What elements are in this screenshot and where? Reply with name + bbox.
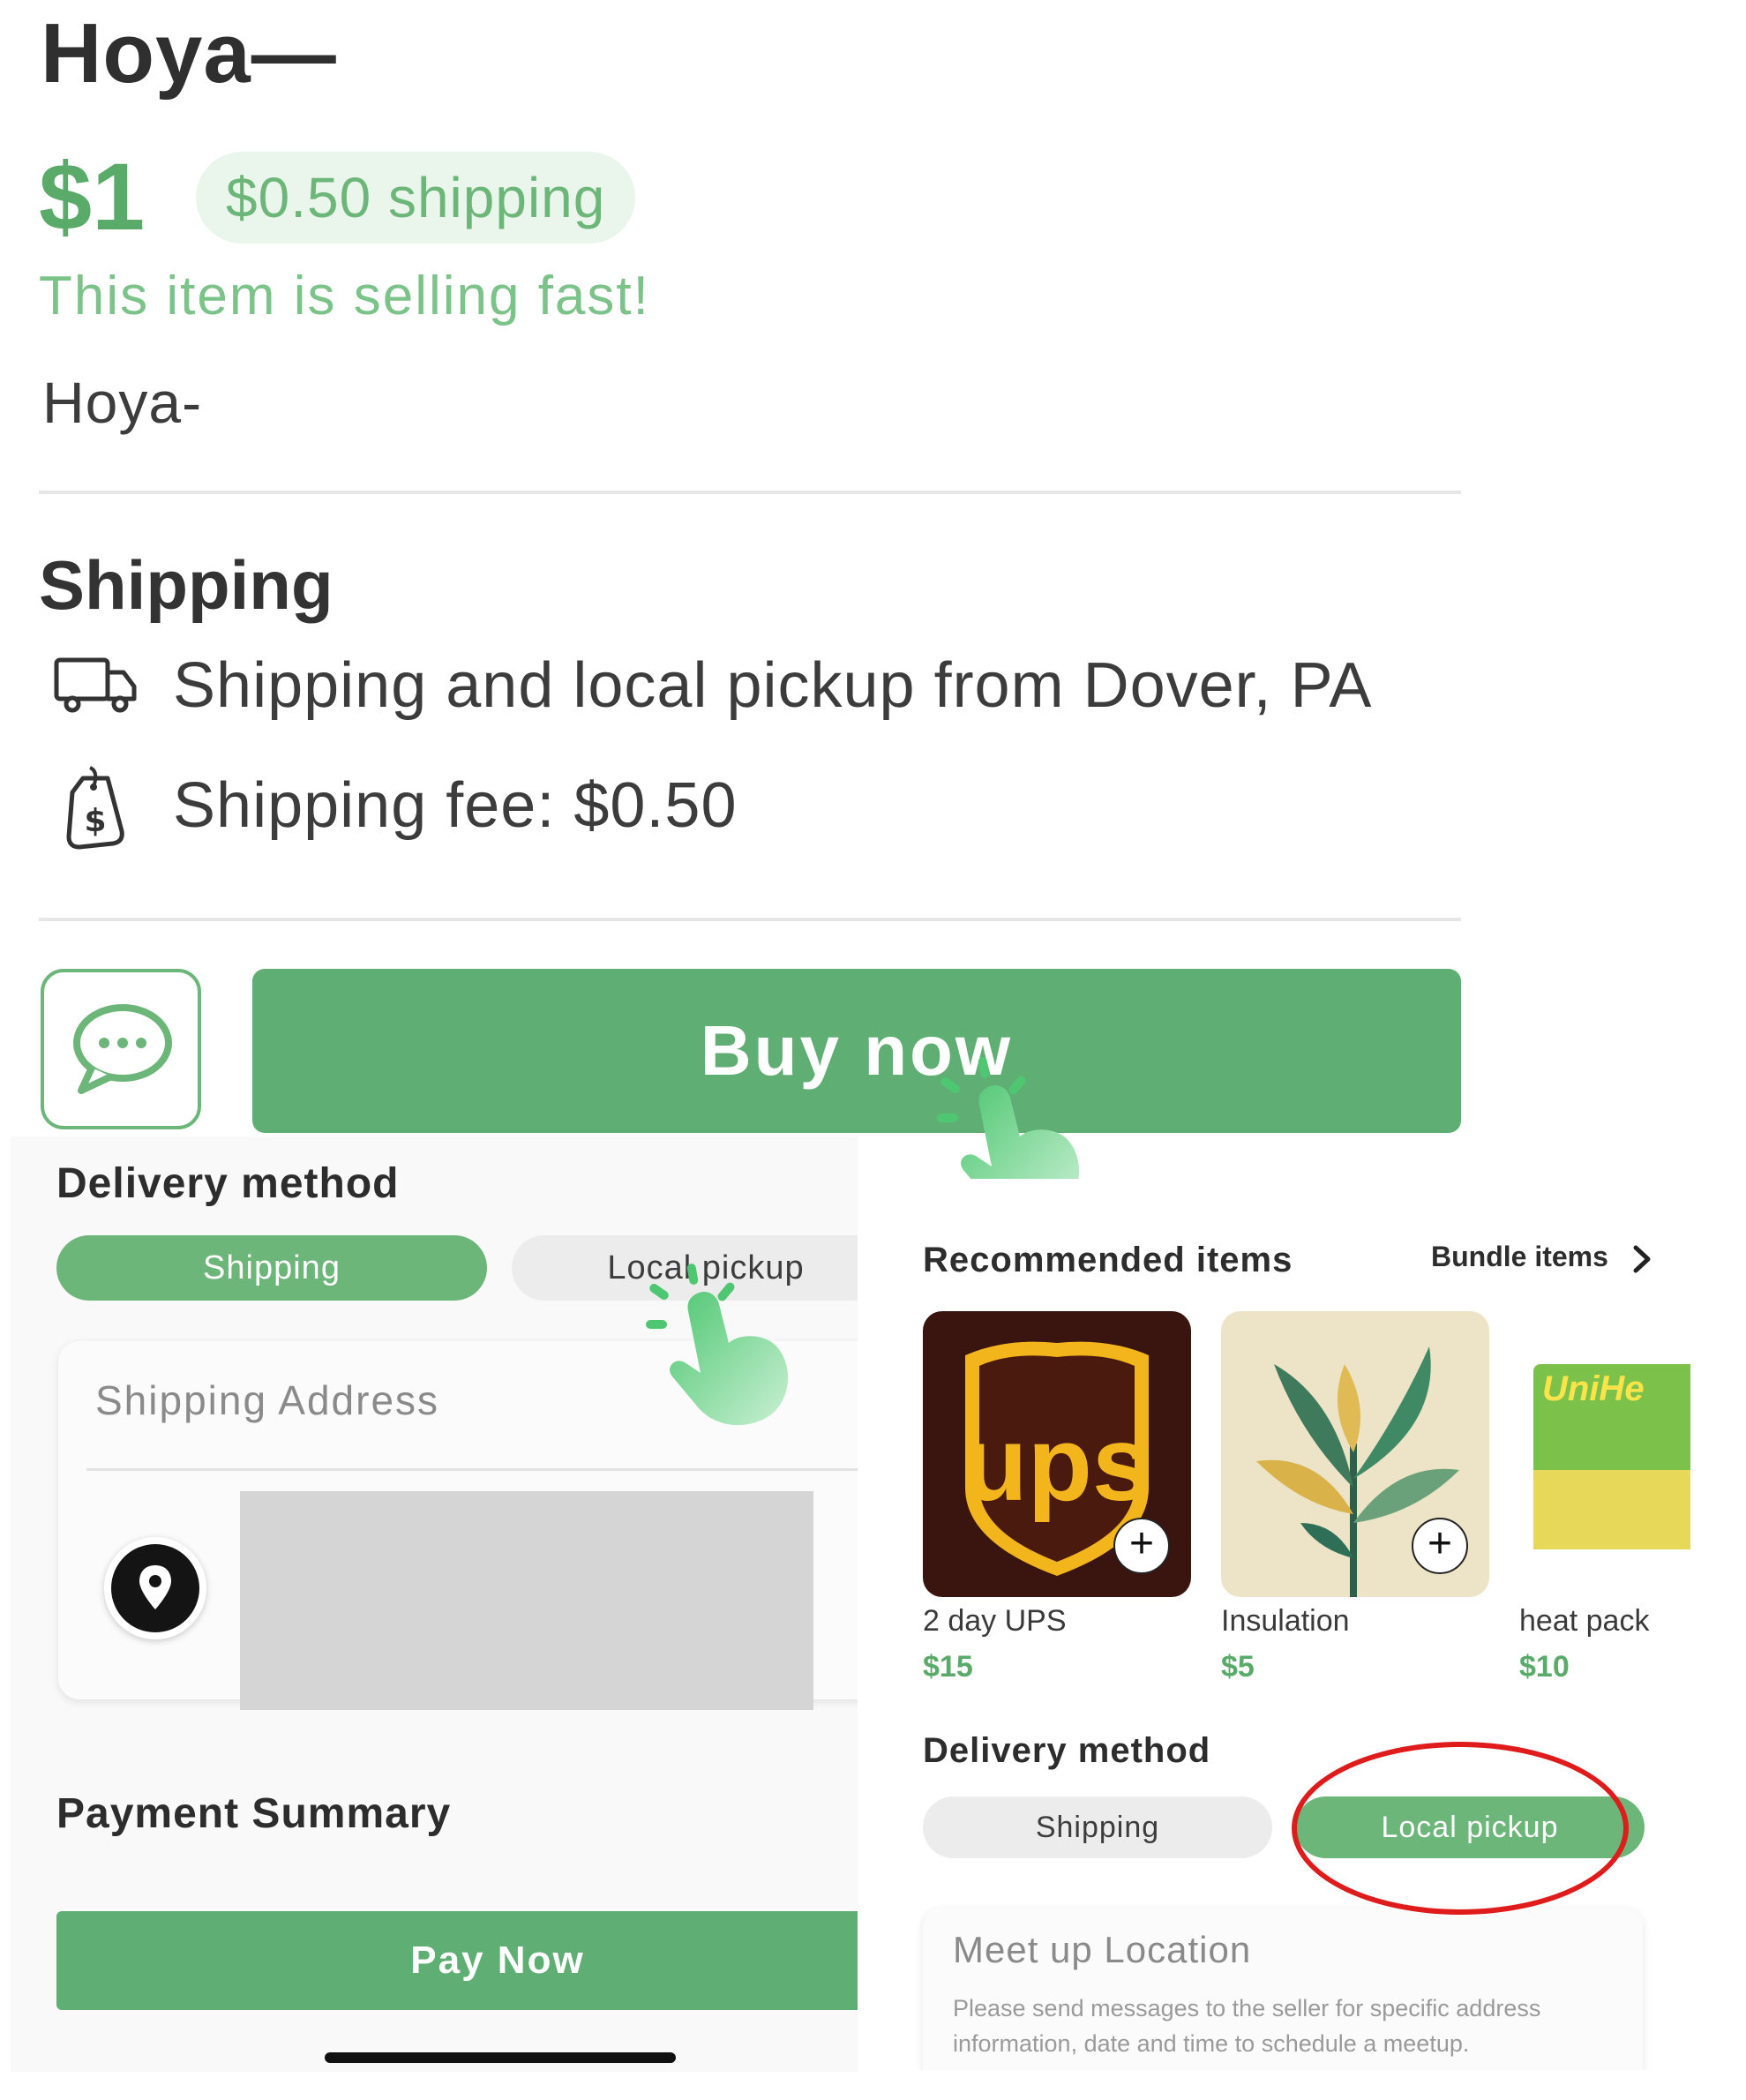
shipping-heading: Shipping (39, 546, 333, 624)
pay-now-button[interactable]: Pay Now (56, 1911, 858, 2010)
item-name: Insulation (1221, 1604, 1350, 1638)
map-placeholder (240, 1491, 813, 1710)
buy-now-button[interactable]: Buy now (252, 969, 1461, 1133)
heat-pack-brand: UniHe (1542, 1369, 1645, 1408)
toggle-shipping[interactable]: Shipping (56, 1235, 487, 1301)
home-indicator (325, 2052, 676, 2063)
recommended-heading: Recommended items (923, 1241, 1293, 1279)
divider (39, 918, 1461, 921)
truck-icon (53, 653, 138, 715)
highlight-ring (1292, 1742, 1629, 1915)
price-tag-icon: $ (64, 766, 127, 851)
item-thumbnail-ups[interactable]: ups + (923, 1311, 1191, 1597)
delivery-method-heading: Delivery method (56, 1160, 400, 1207)
svg-text:ups: ups (963, 1405, 1150, 1523)
add-item-ups-plus-icon[interactable]: + (1113, 1518, 1170, 1574)
bundle-items-link[interactable]: Bundle items (1431, 1241, 1655, 1274)
location-pin-button[interactable] (104, 1537, 206, 1639)
shipping-origin: Shipping and local pickup from Dover, PA (173, 650, 1373, 721)
location-pin-icon (111, 1544, 199, 1632)
listing-subtitle: Hoya- (42, 370, 203, 435)
chat-icon (73, 1004, 172, 1094)
item-price: $15 (923, 1650, 973, 1684)
listing-price: $1 (39, 143, 146, 250)
heat-pack-image: UniHe (1533, 1364, 1690, 1549)
address-placeholder[interactable]: Shipping Address (95, 1376, 439, 1424)
chat-button[interactable] (41, 969, 201, 1129)
meetup-title: Meet up Location (953, 1929, 1252, 1970)
divider (39, 491, 1461, 494)
meetup-card: Meet up Location Please send messages to… (923, 1908, 1643, 2070)
pay-now-label: Pay Now (410, 1939, 585, 1982)
item-price: $5 (1221, 1650, 1255, 1684)
svg-text:$: $ (84, 803, 106, 839)
meetup-note: Please send messages to the seller for s… (953, 1995, 1541, 2057)
add-item-insulation-plus-icon[interactable]: + (1412, 1518, 1468, 1574)
item-price: $10 (1519, 1650, 1570, 1684)
divider (86, 1468, 858, 1471)
tap-hand-icon (644, 1262, 821, 1438)
urgency-text: This item is selling fast! (39, 266, 650, 326)
shipping-fee: Shipping fee: $0.50 (173, 770, 738, 841)
checkout-sheet-pickup: Recommended items Bundle items ups + 2 d… (861, 1179, 1690, 2070)
shipping-badge: $0.50 shipping (196, 152, 636, 244)
item-thumbnail-insulation[interactable]: + (1221, 1311, 1489, 1597)
item-thumbnail-heat-pack[interactable]: UniHe (1519, 1311, 1690, 1597)
item-name: heat pack (1519, 1604, 1650, 1638)
toggle-shipping[interactable]: Shipping (923, 1796, 1272, 1858)
delivery-method-heading: Delivery method (923, 1731, 1211, 1770)
listing-title: Hoya— (41, 6, 337, 101)
bundle-items-label: Bundle items (1431, 1241, 1608, 1272)
item-name: 2 day UPS (923, 1604, 1067, 1638)
payment-summary-heading: Payment Summary (56, 1790, 452, 1837)
chevron-right-icon (1633, 1245, 1651, 1273)
